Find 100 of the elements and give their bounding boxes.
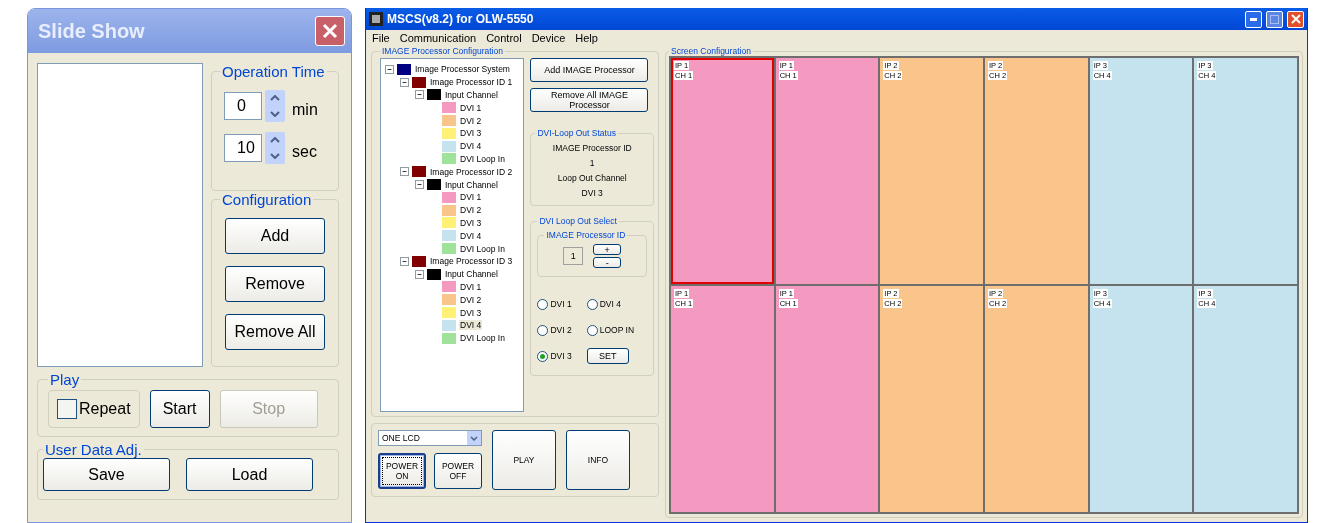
radio-icon[interactable] [537, 298, 549, 310]
data-button[interactable]: Save [43, 458, 170, 491]
status-text: 1 [588, 158, 596, 168]
processor-tree[interactable] [380, 58, 525, 412]
group-label: IMAGE Processor Configuration [381, 46, 504, 56]
radio-icon[interactable] [586, 298, 598, 310]
group-label: DVI Loop Out Select [538, 216, 618, 226]
tree-item[interactable]: Input Channel [444, 269, 499, 280]
group-label: Screen Configuration [670, 46, 752, 56]
dropdown-caret-icon[interactable] [467, 431, 481, 445]
display-dropdown[interactable]: ONE LCD [378, 430, 482, 446]
config-button[interactable]: Add [225, 218, 325, 254]
tree-item[interactable]: DVI 3 [459, 128, 483, 139]
group-label: DVI-Loop Out Status [536, 128, 617, 138]
tree-item[interactable]: DVI 4 [459, 230, 483, 241]
expand-toggle-icon[interactable] [415, 269, 424, 279]
playback-control-button[interactable]: Start [149, 390, 210, 428]
tree-item[interactable]: Image Processor ID 2 [429, 166, 514, 177]
tree-item[interactable]: DVI 2 [459, 294, 483, 305]
radio-label: DVI 1 [550, 299, 572, 309]
power-button[interactable]: POWER ON [378, 453, 426, 489]
tree-item[interactable]: DVI Loop In [459, 333, 506, 344]
radio-icon[interactable] [537, 324, 549, 336]
radio-icon[interactable] [586, 324, 598, 336]
tree-item[interactable]: DVI 3 [459, 217, 483, 228]
window-title: Slide Show [38, 19, 145, 43]
menu-item[interactable]: Communication [399, 32, 477, 44]
menu-item[interactable]: Device [531, 32, 566, 44]
config-button[interactable]: Remove [225, 266, 325, 302]
radio-label: DVI 3 [550, 351, 572, 361]
spin-field[interactable]: 10 [224, 134, 262, 162]
tree-item[interactable]: DVI 2 [459, 115, 483, 126]
status-text: Loop Out Channel [556, 173, 628, 183]
config-button[interactable]: Remove All [225, 314, 325, 350]
checkbox-label: Repeat [79, 400, 131, 418]
group-label: User Data Adj. [44, 441, 143, 458]
close-button[interactable] [315, 16, 345, 46]
tree-item[interactable]: Image Processor ID 3 [429, 256, 514, 267]
tree-item[interactable]: Input Channel [444, 179, 499, 190]
stepper-button[interactable]: + [593, 244, 622, 255]
radio-option[interactable]: DVI 1 [537, 298, 585, 310]
tree-item[interactable]: DVI 4 [459, 141, 483, 152]
processor-button[interactable]: Add IMAGE Processor [530, 58, 649, 82]
tree-item[interactable]: Image Processor System [414, 64, 511, 75]
radio-label: DVI 4 [599, 299, 621, 309]
group-label: Configuration [221, 191, 313, 208]
menu-item[interactable]: Help [575, 32, 598, 44]
status-text: IMAGE Processor ID [551, 143, 633, 153]
tree-item[interactable]: DVI Loop In [459, 243, 506, 254]
set-button[interactable]: SET [586, 348, 629, 364]
repeat-checkbox[interactable]: Repeat [48, 390, 140, 428]
stepper-button[interactable]: - [593, 257, 622, 268]
spinner-arrows-icon[interactable] [265, 90, 285, 122]
radio-option[interactable]: DVI 2 [537, 324, 585, 336]
tree-item[interactable]: Input Channel [444, 90, 499, 100]
radio-label: LOOP IN [599, 325, 635, 335]
spin-field[interactable]: 0 [224, 92, 262, 120]
spinner-arrows-icon[interactable] [265, 132, 285, 164]
expand-toggle-icon[interactable] [400, 256, 409, 266]
radio-option[interactable]: DVI 3 [537, 350, 585, 362]
unit-label: min [292, 101, 318, 119]
tree-item[interactable]: DVI 1 [459, 281, 483, 292]
radio-option[interactable]: DVI 4 [586, 298, 647, 310]
maximize-button[interactable] [1266, 10, 1283, 28]
expand-toggle-icon[interactable] [400, 167, 409, 177]
control-button[interactable]: PLAY [492, 430, 556, 490]
data-button[interactable]: Load [186, 458, 313, 491]
group-label: Operation Time [221, 63, 326, 80]
minimize-button[interactable] [1245, 10, 1262, 28]
tree-item[interactable]: DVI 1 [459, 102, 483, 113]
close-button[interactable] [1287, 10, 1304, 28]
window-title: MSCS(v8.2) for OLW-5550 [387, 12, 535, 26]
power-button[interactable]: POWER OFF [434, 453, 482, 489]
tree-item[interactable]: DVI 4 [459, 320, 483, 331]
radio-label: DVI 2 [550, 325, 572, 335]
unit-label: sec [292, 143, 317, 161]
processor-button[interactable]: Remove All IMAGE Processor [530, 88, 649, 112]
group-label: IMAGE Processor ID [545, 230, 627, 240]
tree-item[interactable]: DVI 3 [459, 307, 483, 318]
menu-item[interactable]: Control [486, 32, 522, 44]
close-icon [322, 23, 338, 39]
group-label: Play [49, 371, 81, 388]
menu-item[interactable]: File [372, 32, 390, 44]
radio-icon[interactable] [537, 350, 549, 362]
expand-toggle-icon[interactable] [400, 77, 409, 87]
control-button[interactable]: INFO [566, 430, 630, 490]
expand-toggle-icon[interactable] [415, 90, 424, 100]
tree-item[interactable]: DVI Loop In [459, 153, 506, 164]
tree-item[interactable]: DVI 1 [459, 192, 483, 203]
checkbox-icon[interactable] [57, 399, 77, 419]
maximize-icon [1270, 14, 1279, 24]
radio-option[interactable]: LOOP IN [586, 324, 647, 336]
close-icon [1290, 14, 1301, 24]
expand-toggle-icon[interactable] [385, 64, 394, 74]
expand-toggle-icon[interactable] [415, 180, 424, 190]
status-text: DVI 3 [580, 188, 604, 198]
tree-item[interactable]: Image Processor ID 1 [429, 77, 514, 88]
app-icon [369, 12, 383, 26]
tree-item[interactable]: DVI 2 [459, 205, 483, 216]
dropdown-value: ONE LCD [382, 433, 420, 443]
